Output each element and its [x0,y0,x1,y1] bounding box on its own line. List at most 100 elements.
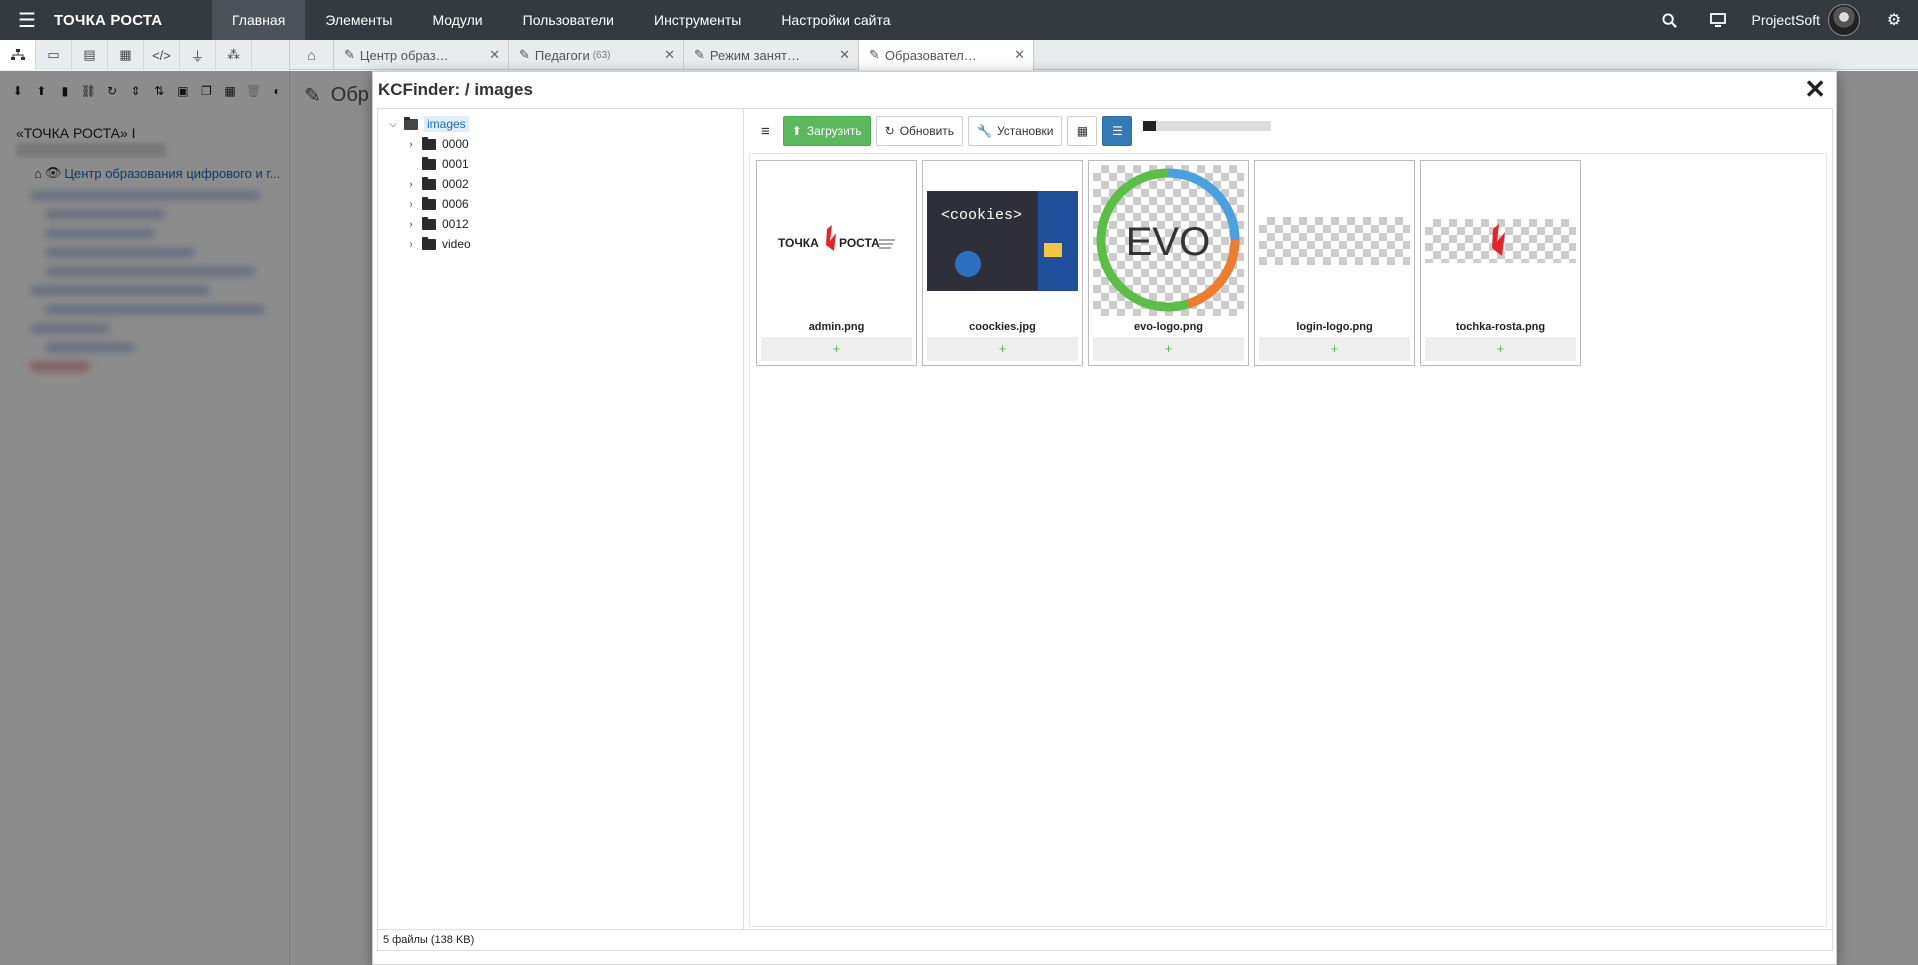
folder-label: 0002 [442,177,469,191]
folder-tree: ⌵ images › 0000 0001 › 0002 › 0006 › 001… [378,109,744,929]
preview-monitor-icon[interactable] [1694,0,1742,40]
folder-icon [422,156,436,170]
nav-item-elements[interactable]: Элементы [305,0,412,40]
file-item[interactable]: <cookies> coockies.jpg + [922,160,1083,366]
folder-item[interactable]: › 0000 [378,134,743,154]
plugins-plug-icon[interactable]: ⏚ [180,40,216,70]
file-add-button[interactable]: + [1093,337,1244,361]
svg-text:РОСТА: РОСТА [839,236,880,250]
grid-icon: ▦ [1076,124,1089,138]
view-thumbs-button[interactable]: ▦ [1067,116,1098,146]
chevron-right-icon[interactable]: › [404,179,418,190]
settings-button[interactable]: 🔧 Установки [968,116,1063,146]
modal-header: KCFinder: / images ✕ [373,72,1836,108]
file-name: evo-logo.png [1133,321,1204,333]
folder-icon [422,196,436,210]
tab-document-4[interactable]: ✎ Образовател… ✕ [859,40,1034,70]
nav-item-tools[interactable]: Инструменты [634,0,761,40]
thumb-text: EVO [1126,220,1210,264]
user-menu[interactable]: ProjectSoft [1742,4,1870,36]
close-icon[interactable]: ✕ [664,47,675,63]
file-add-button[interactable]: + [927,337,1078,361]
brand-text: ТОЧКА РОСТА [54,11,163,29]
close-icon[interactable]: ✕ [839,47,850,63]
folder-label: images [424,116,469,132]
wrench-icon: 🔧 [977,124,992,138]
nav-item-home[interactable]: Главная [212,0,306,40]
top-right-controls: ProjectSoft ⚙ [1646,0,1918,40]
folder-root[interactable]: ⌵ images [378,114,743,134]
file-name: tochka-rosta.png [1455,321,1546,333]
user-name: ProjectSoft [1751,12,1820,28]
kcfinder-toolbar: ≡ ⬆ Загрузить ↻ Обновить 🔧 Установки ▦ ☰ [745,109,1832,153]
file-item[interactable]: EVO evo-logo.png + [1088,160,1249,366]
tab-label: Режим занят… [709,47,800,63]
progress-fill [1143,121,1157,131]
site-tree-icon[interactable] [0,40,36,70]
file-name: coockies.jpg [969,321,1036,333]
nav-item-site-settings[interactable]: Настройки сайта [761,0,910,40]
edit-icon: ✎ [519,47,530,62]
close-icon[interactable]: ✕ [1804,75,1826,103]
tab-document-2[interactable]: ✎ Педагоги (63) ✕ [509,40,684,70]
snippets-code-icon[interactable]: </> [144,40,180,70]
kcfinder-modal: KCFinder: / images ✕ ⌵ images › 0000 000… [372,71,1837,965]
menu-icon[interactable]: ≡ [753,116,778,146]
file-thumbnail: EVO [1093,165,1244,316]
sidebar-tabs: ▭ ▤ ▦ </> ⏚ ⁂ [0,40,290,70]
folder-icon [422,176,436,190]
settings-gears-icon[interactable]: ⚙ [1870,0,1918,40]
file-thumbnail [1425,165,1576,316]
folder-item[interactable]: › video [378,234,743,254]
list-icon: ☰ [1112,124,1123,138]
file-add-button[interactable]: + [1259,337,1410,361]
folder-item[interactable]: › 0006 [378,194,743,214]
folder-label: 0001 [442,157,469,171]
view-list-button[interactable]: ☰ [1102,116,1133,146]
tab-label: Образовател… [884,47,977,63]
tab-document-3[interactable]: ✎ Режим занят… ✕ [684,40,859,70]
file-add-button[interactable]: + [1425,337,1576,361]
modules-cubes-icon[interactable]: ⁂ [216,40,252,70]
folder-item[interactable]: › 0012 [378,214,743,234]
tv-list-icon[interactable]: ▤ [72,40,108,70]
file-add-button[interactable]: + [761,337,912,361]
tab-label: Педагоги [534,47,590,63]
brand-logo[interactable]: ТОЧКА РОСТА [54,0,204,40]
refresh-button[interactable]: ↻ Обновить [875,116,964,146]
file-name: admin.png [808,321,865,333]
file-item[interactable]: tochka-rosta.png + [1420,160,1581,366]
nav-item-modules[interactable]: Модули [412,0,502,40]
transparent-logo [1425,218,1576,263]
transparent-logo [1259,216,1410,265]
menu-toggle-icon[interactable]: ☰ [0,0,54,40]
chevron-right-icon[interactable]: › [404,219,418,230]
files-grid: ТОЧКА РОСТА admin.png + <cookies> coocki… [749,153,1827,927]
folder-item[interactable]: 0001 [378,154,743,174]
chevron-right-icon[interactable]: › [404,239,418,250]
chevron-down-icon[interactable]: ⌵ [386,119,400,130]
folder-open-icon [404,116,418,130]
chunks-grid-icon[interactable]: ▦ [108,40,144,70]
close-icon[interactable]: ✕ [489,47,500,63]
close-icon[interactable]: ✕ [1014,47,1025,63]
top-navbar: ☰ ТОЧКА РОСТА Главная Элементы Модули По… [0,0,1918,40]
nav-item-users[interactable]: Пользователи [503,0,634,40]
folder-icon [422,216,436,230]
file-thumbnail [1259,165,1410,316]
templates-icon[interactable]: ▭ [36,40,72,70]
folder-icon [422,136,436,150]
file-item[interactable]: login-logo.png + [1254,160,1415,366]
file-thumbnail: <cookies> [927,165,1078,316]
upload-button[interactable]: ⬆ Загрузить [782,116,871,146]
search-icon[interactable] [1646,0,1694,40]
folder-label: 0012 [442,217,469,231]
home-tab-icon[interactable]: ⌂ [290,40,334,70]
file-item[interactable]: ТОЧКА РОСТА admin.png + [756,160,917,366]
tab-label: Центр образ… [359,47,449,63]
chevron-right-icon[interactable]: › [404,139,418,150]
folder-item[interactable]: › 0002 [378,174,743,194]
chevron-right-icon[interactable]: › [404,199,418,210]
avatar [1828,4,1860,36]
tab-document-1[interactable]: ✎ Центр образ… ✕ [334,40,509,70]
